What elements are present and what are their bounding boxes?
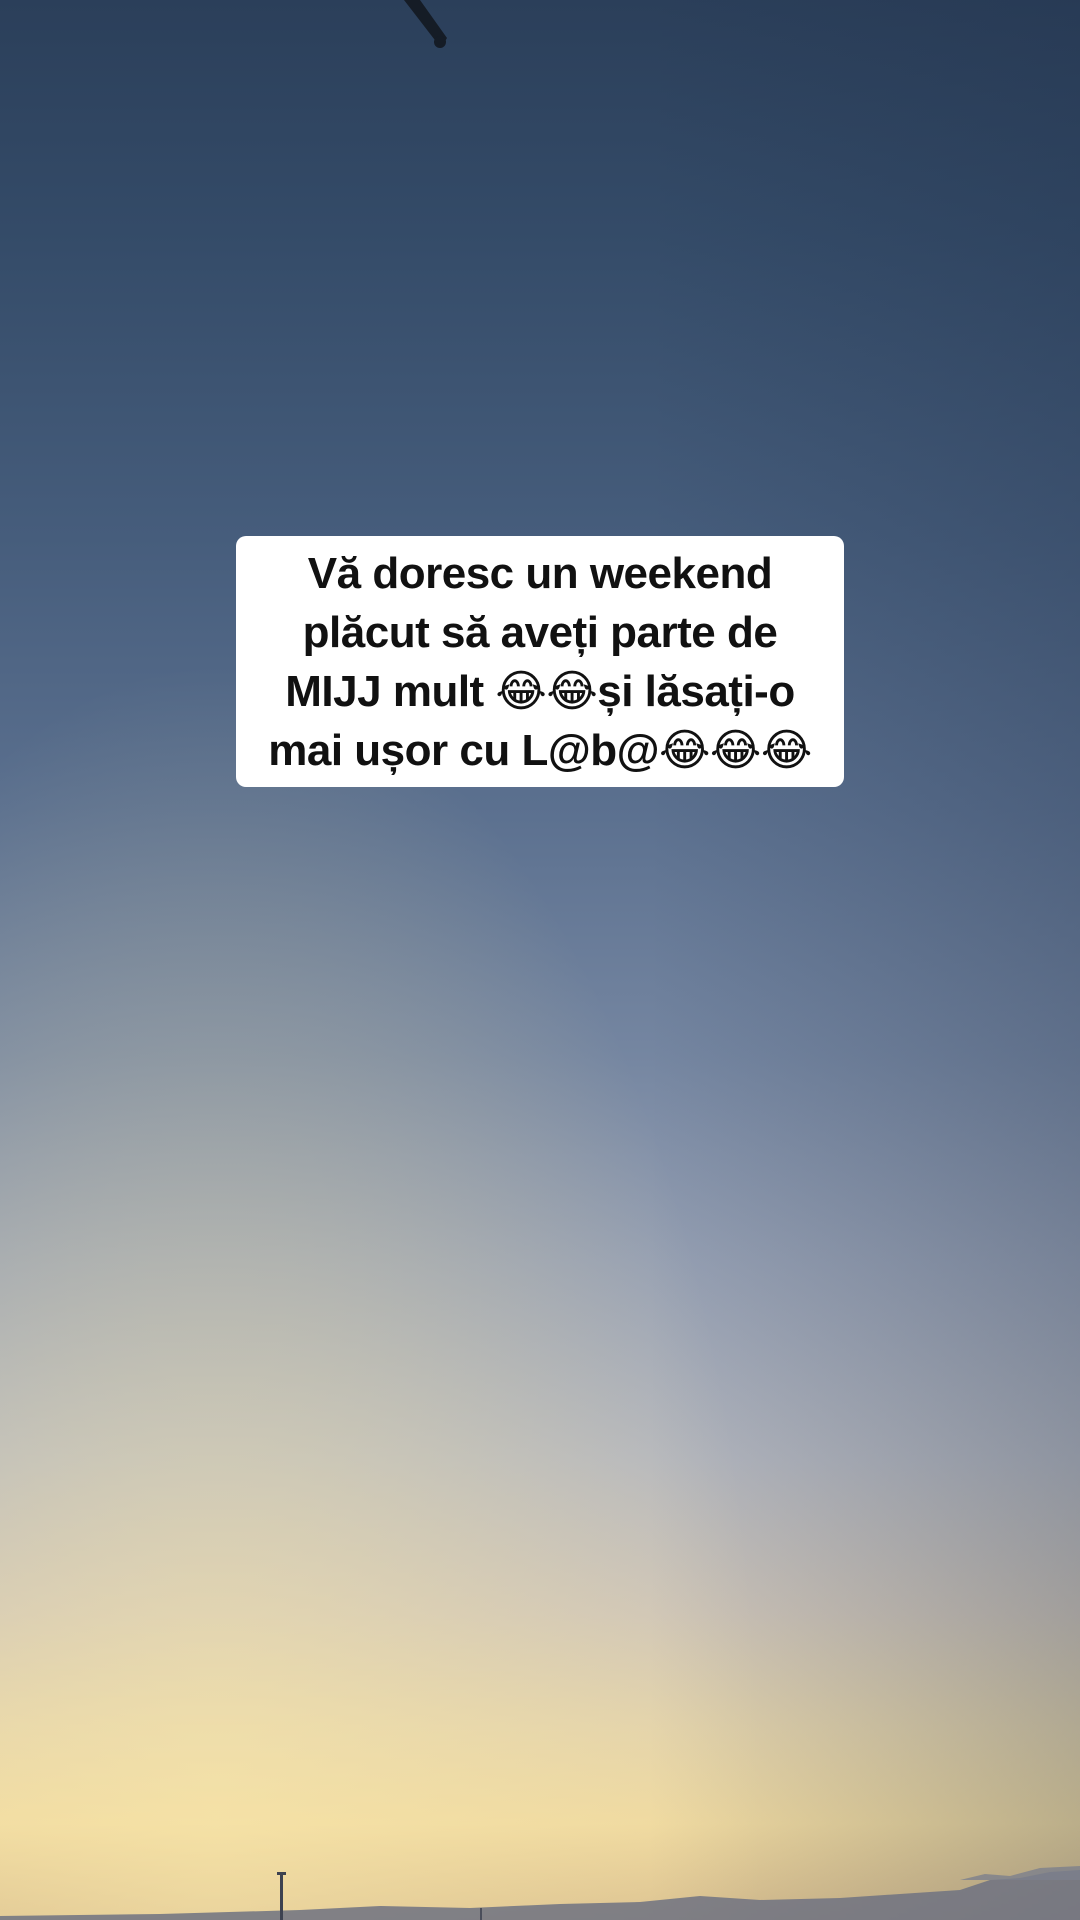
- caption-text: Vă doresc un weekend plăcut să aveți par…: [268, 548, 812, 775]
- sky-background: [0, 0, 1080, 1920]
- caption-box: Vă doresc un weekend plăcut să aveți par…: [236, 536, 844, 787]
- lamp-post-silhouette: [404, 0, 447, 48]
- horizon-clouds-silhouette: [0, 1866, 1080, 1920]
